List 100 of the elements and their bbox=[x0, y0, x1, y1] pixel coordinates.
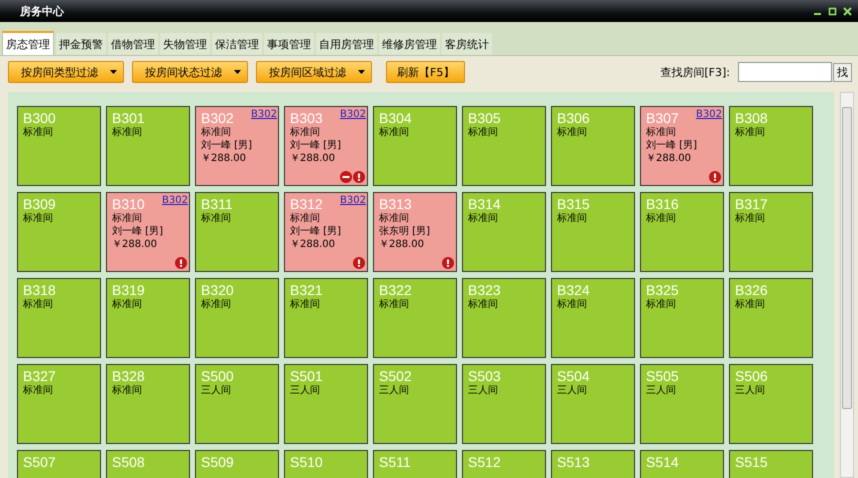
tab[interactable]: 借物管理 bbox=[108, 33, 158, 55]
tab[interactable]: 客房统计 bbox=[442, 33, 492, 55]
room-tile[interactable]: B321 标准间 bbox=[284, 278, 368, 358]
room-number: S503 bbox=[468, 369, 501, 384]
tab[interactable]: 自用房管理 bbox=[316, 33, 377, 55]
filter-dropdown[interactable]: 按房间状态过滤 bbox=[132, 61, 248, 83]
room-tile[interactable]: B326 标准间 bbox=[729, 278, 813, 358]
room-number: B302 bbox=[201, 111, 234, 126]
room-tile[interactable]: S503 三人间 bbox=[462, 364, 546, 444]
linked-room-link[interactable]: B302 bbox=[162, 195, 188, 206]
room-tile[interactable]: B308 标准间 bbox=[729, 106, 813, 186]
room-number: S511 bbox=[379, 455, 411, 470]
room-tile[interactable]: B319 标准间 bbox=[106, 278, 190, 358]
room-number: B314 bbox=[468, 197, 501, 212]
room-type: 标准间 bbox=[557, 126, 587, 139]
room-number: B325 bbox=[646, 283, 679, 298]
room-tile[interactable]: B306 标准间 bbox=[551, 106, 635, 186]
room-tile[interactable]: B328 标准间 bbox=[106, 364, 190, 444]
room-number: B324 bbox=[557, 283, 590, 298]
room-type: 标准间 bbox=[468, 212, 498, 225]
room-tile[interactable]: B314 标准间 bbox=[462, 192, 546, 272]
search-field[interactable] bbox=[738, 62, 832, 82]
room-number: B304 bbox=[379, 111, 412, 126]
room-tile[interactable]: S504 三人间 bbox=[551, 364, 635, 444]
room-number: B326 bbox=[735, 283, 768, 298]
room-type: 标准间 bbox=[468, 298, 498, 311]
room-number: B328 bbox=[112, 369, 145, 384]
room-tile[interactable]: B309 标准间 bbox=[17, 192, 101, 272]
room-tile[interactable]: B323 标准间 bbox=[462, 278, 546, 358]
room-number: S501 bbox=[290, 369, 323, 384]
refresh-button[interactable]: 刷新【F5】 bbox=[386, 61, 466, 83]
room-tile[interactable]: B316 标准间 bbox=[640, 192, 724, 272]
room-type: 标准间 bbox=[646, 298, 676, 311]
room-tile[interactable]: B312 标准间 刘一峰 [男] ￥288.00 B302 bbox=[284, 192, 368, 272]
maximize-icon[interactable] bbox=[828, 6, 837, 16]
room-number: S512 bbox=[468, 455, 501, 470]
tab[interactable]: 事项管理 bbox=[264, 33, 314, 55]
linked-room-link[interactable]: B302 bbox=[251, 109, 277, 120]
tab[interactable]: 押金预警 bbox=[56, 33, 106, 55]
room-type: 三人间 bbox=[201, 384, 231, 397]
room-tile[interactable]: B315 标准间 bbox=[551, 192, 635, 272]
room-tile[interactable]: B317 标准间 bbox=[729, 192, 813, 272]
tab[interactable]: 房态管理 bbox=[2, 31, 54, 55]
room-number: S515 bbox=[735, 455, 768, 470]
room-tile[interactable]: B300 标准间 bbox=[17, 106, 101, 186]
room-tile[interactable]: B322 标准间 bbox=[373, 278, 457, 358]
room-number: B319 bbox=[112, 283, 145, 298]
scrollbar[interactable] bbox=[840, 92, 854, 478]
search-button[interactable]: 找 bbox=[833, 62, 852, 82]
close-icon[interactable] bbox=[843, 6, 852, 16]
room-tile[interactable]: B324 标准间 bbox=[551, 278, 635, 358]
room-type: 标准间 bbox=[23, 298, 53, 311]
guest-name: 刘一峰 [男] bbox=[290, 225, 341, 238]
room-type: 标准间 bbox=[290, 126, 320, 139]
linked-room-link[interactable]: B302 bbox=[696, 109, 722, 120]
room-number: B306 bbox=[557, 111, 590, 126]
room-tile[interactable]: B307 标准间 刘一峰 [男] ￥288.00 B302 bbox=[640, 106, 724, 186]
filter-dropdown[interactable]: 按房间类型过滤 bbox=[8, 61, 124, 83]
tab[interactable]: 失物管理 bbox=[160, 33, 210, 55]
room-type: 三人间 bbox=[290, 384, 320, 397]
room-type: 三人间 bbox=[735, 384, 765, 397]
room-type: 标准间 bbox=[112, 298, 142, 311]
room-tile[interactable]: B310 标准间 刘一峰 [男] ￥288.00 B302 bbox=[106, 192, 190, 272]
room-number: S502 bbox=[379, 369, 412, 384]
room-tile[interactable]: S505 三人间 bbox=[640, 364, 724, 444]
tab[interactable]: 维修房管理 bbox=[379, 33, 440, 55]
room-tile[interactable]: B318 标准间 bbox=[17, 278, 101, 358]
room-type: 标准间 bbox=[735, 298, 765, 311]
room-tile[interactable]: S500 三人间 bbox=[195, 364, 279, 444]
room-type: 标准间 bbox=[557, 212, 587, 225]
room-tile[interactable]: B302 标准间 刘一峰 [男] ￥288.00 B302 bbox=[195, 106, 279, 186]
room-tile[interactable]: B313 标准间 张东明 [男] ￥288.00 bbox=[373, 192, 457, 272]
room-tile[interactable]: B305 标准间 bbox=[462, 106, 546, 186]
room-tile[interactable]: S501 三人间 bbox=[284, 364, 368, 444]
room-tile[interactable]: B303 标准间 刘一峰 [男] ￥288.00 B302 bbox=[284, 106, 368, 186]
tab[interactable]: 保洁管理 bbox=[212, 33, 262, 55]
room-type: 标准间 bbox=[379, 212, 409, 225]
caret-icon bbox=[234, 70, 241, 74]
room-number: B313 bbox=[379, 197, 412, 212]
room-type: 标准间 bbox=[112, 212, 142, 225]
room-number: B300 bbox=[23, 111, 56, 126]
linked-room-link[interactable]: B302 bbox=[340, 195, 366, 206]
room-tile[interactable]: B320 标准间 bbox=[195, 278, 279, 358]
room-number: S504 bbox=[557, 369, 590, 384]
linked-room-link[interactable]: B302 bbox=[340, 109, 366, 120]
room-number: S507 bbox=[23, 455, 56, 470]
room-tile[interactable]: B311 标准间 bbox=[195, 192, 279, 272]
room-number: B310 bbox=[112, 197, 145, 212]
room-tile[interactable]: B304 标准间 bbox=[373, 106, 457, 186]
room-number: B320 bbox=[201, 283, 234, 298]
room-tile[interactable]: B301 标准间 bbox=[106, 106, 190, 186]
room-tile[interactable]: S502 三人间 bbox=[373, 364, 457, 444]
room-tile[interactable]: S506 三人间 bbox=[729, 364, 813, 444]
room-tile[interactable]: B327 标准间 bbox=[17, 364, 101, 444]
scroll-thumb[interactable] bbox=[842, 107, 852, 409]
room-tile[interactable]: B325 标准间 bbox=[640, 278, 724, 358]
caret-icon bbox=[358, 70, 365, 74]
filter-dropdown[interactable]: 按房间区域过滤 bbox=[256, 61, 372, 83]
room-price: ￥288.00 bbox=[290, 152, 335, 165]
room-price: ￥288.00 bbox=[201, 152, 246, 165]
